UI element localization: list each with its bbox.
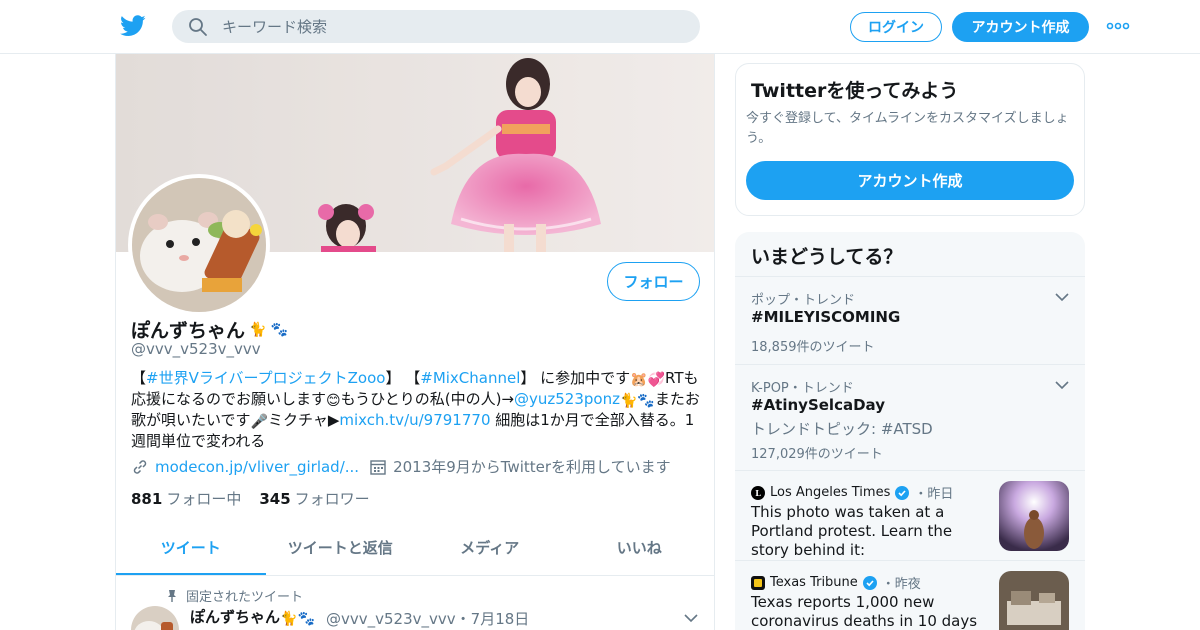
pinned-indicator: 固定されたツイート: [166, 586, 303, 605]
signup-card: Twitterを使ってみよう 今すぐ登録して、タイムラインをカスタマイズしましょ…: [735, 63, 1085, 216]
more-options-icon[interactable]: [1106, 18, 1130, 34]
signup-card-description: 今すぐ登録して、タイムラインをカスタマイズしましょう。: [746, 111, 1069, 146]
cat-emoji: 🐈: [249, 321, 267, 338]
author-emoji: 🐈🐾: [280, 611, 315, 627]
news-time: ・昨日: [914, 487, 954, 502]
calendar-icon: [370, 459, 386, 475]
news-source: L Los Angeles Times ・昨日: [751, 483, 953, 502]
smile-emoji: 😊: [326, 393, 341, 409]
microphone-emoji: 🎤: [250, 414, 268, 430]
search-icon: [189, 18, 207, 36]
paw-emoji: 🐾: [270, 321, 288, 338]
link-icon: [133, 459, 147, 474]
la-times-logo-icon: L: [751, 485, 765, 500]
search-box[interactable]: [172, 10, 700, 43]
tweet-avatar[interactable]: [131, 606, 179, 630]
trend-context: K-POP・トレンド: [751, 381, 854, 396]
trend-context: ポップ・トレンド: [751, 293, 856, 308]
profile-handle: @vvv_v523v_vvv: [131, 340, 261, 358]
news-source-name: Texas Tribune: [770, 575, 858, 590]
profile-display-name: ぽんずちゃん 🐈 🐾: [131, 316, 288, 343]
signup-card-button[interactable]: アカウント作成: [746, 161, 1074, 200]
trend-name: #MILEYISCOMING: [751, 308, 901, 326]
pin-icon: [168, 589, 176, 602]
verified-badge-icon: [862, 575, 877, 590]
news-thumbnail: [999, 571, 1069, 630]
trend-item[interactable]: K-POP・トレンド #AtinySelcaDay トレンドトピック: #ATS…: [735, 364, 1085, 470]
tab-tweets[interactable]: ツイート: [116, 524, 266, 575]
join-date: 2013年9月からTwitterを利用しています: [393, 458, 671, 476]
cat-paw-emoji: 🐈🐾: [619, 393, 655, 409]
follow-button[interactable]: フォロー: [607, 262, 700, 301]
chevron-down-icon[interactable]: [1055, 380, 1069, 390]
news-thumbnail: [999, 481, 1069, 551]
url-link[interactable]: mixch.tv/u/9791770: [339, 411, 490, 429]
trend-subtopic: トレンドトピック: #ATSD: [751, 420, 933, 438]
hashtag-link[interactable]: #MixChannel: [420, 369, 520, 387]
signup-button[interactable]: アカウント作成: [952, 12, 1089, 42]
login-button[interactable]: ログイン: [850, 12, 942, 42]
news-item[interactable]: Texas Tribune ・昨夜 Texas reports 1,000 ne…: [735, 560, 1085, 630]
news-headline: This photo was taken at a Portland prote…: [751, 503, 953, 559]
news-source: Texas Tribune ・昨夜: [751, 573, 921, 592]
news-item[interactable]: L Los Angeles Times ・昨日 This photo was t…: [735, 470, 1085, 560]
followers-stat[interactable]: 345 フォロワー: [259, 490, 369, 508]
top-bar: ログイン アカウント作成: [0, 0, 1200, 54]
hashtag-link[interactable]: #世界VライバープロジェクトZooo: [146, 369, 385, 387]
bio-text: 】 【: [385, 369, 421, 387]
website-link[interactable]: modecon.jp/vliver_girlad/...: [155, 458, 359, 476]
trend-name: #AtinySelcaDay: [751, 396, 885, 414]
follow-stats: 881 フォロー中 345 フォロワー: [131, 488, 370, 509]
tweet-handle-date[interactable]: @vvv_v523v_vvv・7月18日: [326, 608, 529, 629]
verified-badge-icon: [895, 485, 910, 500]
trend-count: 18,859件のツイート: [751, 340, 875, 355]
search-input[interactable]: [222, 10, 682, 43]
trend-item[interactable]: ポップ・トレンド #MILEYISCOMING 18,859件のツイート: [735, 276, 1085, 364]
news-source-name: Los Angeles Times: [770, 485, 891, 500]
profile-meta: modecon.jp/vliver_girlad/... 2013年9月からTw…: [131, 456, 671, 477]
signup-card-title: Twitterを使ってみよう: [751, 80, 959, 102]
bio-text: 】 に参加中です: [520, 369, 631, 387]
tab-media[interactable]: メディア: [415, 524, 565, 575]
profile-bio: 【#世界VライバープロジェクトZooo】 【#MixChannel】 に参加中で…: [131, 368, 706, 452]
pinned-label: 固定されたツイート: [186, 590, 304, 605]
hamster-heart-emoji: 🐹💞: [630, 372, 666, 388]
chevron-down-icon[interactable]: [1055, 292, 1069, 302]
twitter-logo-icon[interactable]: [120, 14, 146, 38]
trends-panel: いまどうしてる？ ポップ・トレンド #MILEYISCOMING 18,859件…: [735, 232, 1085, 630]
bio-text: ミクチャ▶: [268, 411, 340, 429]
following-stat[interactable]: 881 フォロー中: [131, 490, 241, 508]
bio-text: 【: [131, 369, 147, 387]
chevron-down-icon[interactable]: [684, 613, 698, 623]
tab-tweets-and-replies[interactable]: ツイートと返信: [266, 524, 416, 575]
news-headline: Texas reports 1,000 new coronavirus deat…: [751, 593, 978, 630]
texas-tribune-logo-icon: [751, 575, 765, 590]
profile-avatar[interactable]: [128, 174, 270, 316]
avatar: [132, 178, 266, 312]
profile-column: フォロー ぽんずちゃん 🐈 🐾 @vvv_v523v_vvv 【#世界Vライバー…: [115, 54, 715, 630]
profile-tabs: ツイート ツイートと返信 メディア いいね: [116, 524, 714, 576]
tweet-author[interactable]: ぽんずちゃん🐈🐾: [190, 606, 315, 627]
display-name-text: ぽんずちゃん: [131, 320, 246, 342]
trends-title: いまどうしてる？: [751, 246, 903, 268]
pinned-tweet[interactable]: 固定されたツイート ぽんずちゃん🐈🐾 @vvv_v523v_vvv・7月18日: [116, 576, 714, 630]
trend-count: 127,029件のツイート: [751, 447, 883, 462]
bio-text: もうひとりの私(中の人)→: [340, 390, 514, 408]
tab-likes[interactable]: いいね: [565, 524, 715, 575]
news-time: ・昨夜: [881, 577, 921, 592]
mention-link[interactable]: @yuz523ponz: [514, 390, 620, 408]
svg-text:L: L: [755, 488, 761, 498]
